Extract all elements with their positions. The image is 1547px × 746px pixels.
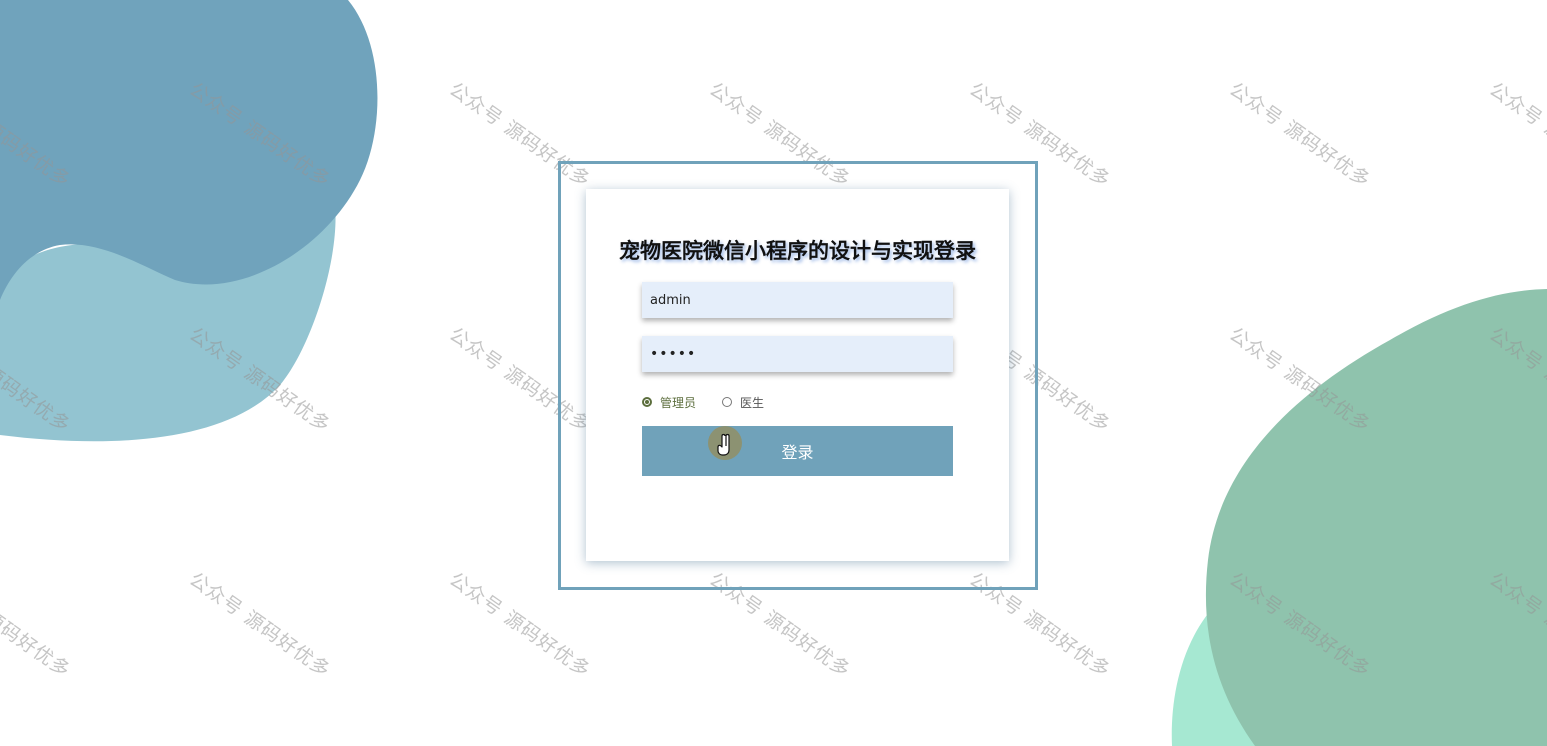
role-option-admin[interactable]: 管理员 [642, 394, 696, 411]
role-label-doctor: 医生 [740, 395, 765, 410]
login-button-label: 登录 [781, 443, 814, 462]
hand-pointer-icon [708, 426, 742, 460]
radio-admin-checked[interactable] [642, 397, 652, 407]
login-button[interactable]: 登录 [642, 426, 953, 476]
login-card: 宠物医院微信小程序的设计与实现登录 admin ••••• 管理员 医生 登录 [586, 189, 1009, 561]
password-input[interactable]: ••••• [642, 336, 953, 372]
role-label-admin: 管理员 [660, 395, 697, 410]
username-input[interactable]: admin [642, 282, 953, 318]
role-option-doctor[interactable]: 医生 [722, 394, 764, 411]
blob-green [1205, 289, 1547, 746]
login-page: 公众号 源码好优多 公众号 源码好优多 公众号 源码好优多 公众号 源码好优多 … [0, 0, 1547, 746]
login-title: 宠物医院微信小程序的设计与实现登录 [619, 239, 976, 263]
radio-doctor-unchecked[interactable] [722, 397, 733, 407]
role-radio-group: 管理员 医生 [642, 394, 790, 410]
